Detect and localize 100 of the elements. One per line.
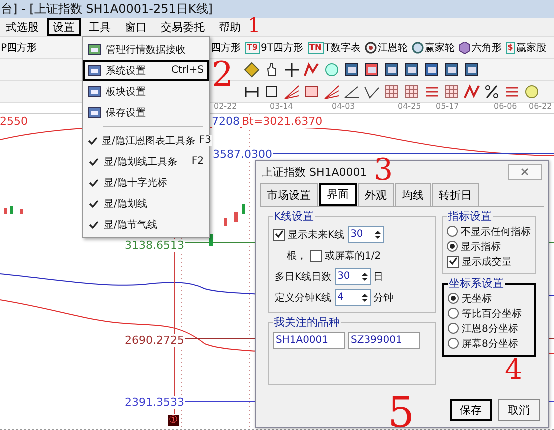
tab[interactable]: 均线 [395, 183, 431, 206]
price-label: 7208 [212, 115, 240, 128]
checkbox-label: 显示未来K线 [288, 228, 345, 242]
toolbar-button[interactable]: $ 赢家股 [504, 40, 548, 54]
date-label: 04-25 [398, 102, 422, 111]
group-title: 坐标系设置 [448, 276, 505, 291]
group-title: K线设置 [273, 209, 316, 224]
fan-lines-icon[interactable] [324, 84, 340, 100]
toolbar-button[interactable]: 江恩轮 [364, 40, 409, 54]
option-label: 显示成交量 [462, 256, 512, 268]
window-icon[interactable] [444, 62, 460, 78]
toolbar-button[interactable]: 四方形 [210, 40, 242, 54]
fan-lines-icon[interactable] [284, 84, 300, 100]
toolbar-button[interactable]: T9 9T四方形 [244, 40, 305, 54]
spin-box[interactable]: 4 [334, 289, 371, 306]
menu-item[interactable]: 窗口 [119, 18, 153, 36]
dialog-button[interactable]: 保存 [450, 399, 492, 421]
grid-icon[interactable] [444, 84, 460, 100]
radio-button[interactable] [448, 293, 459, 304]
option-label: 不显示任何指标 [461, 226, 531, 238]
menu-item[interactable]: 显/隐节气线 [83, 214, 209, 235]
percent-icon[interactable] [484, 84, 500, 100]
candlestick-group [4, 206, 23, 214]
toolbar-button[interactable]: 赢家轮 [410, 40, 456, 54]
rectangle-icon[interactable] [264, 84, 280, 100]
price-label: 2550 [0, 115, 28, 128]
radio-button[interactable] [447, 226, 458, 237]
toolbar-button[interactable]: 六角形 [458, 40, 503, 54]
unit-label: 分钟 [374, 292, 394, 304]
date-label: 02-22 [214, 102, 238, 111]
radio-button[interactable] [448, 323, 459, 334]
close-button[interactable] [508, 164, 542, 180]
date-label: 05-17 [436, 102, 460, 111]
box-icon[interactable] [304, 84, 320, 100]
ring-icon [412, 42, 424, 54]
window-icon[interactable] [404, 62, 420, 78]
menu-item[interactable]: 设置 [47, 18, 81, 36]
price-label: Bt=3021.6370 [242, 115, 323, 128]
menu-item[interactable]: 式选股 [0, 18, 45, 36]
input-field[interactable]: SH1A0001 [273, 332, 345, 349]
window-icon[interactable] [424, 62, 440, 78]
window-title: 台] - [上证指数 SH1A0001-251日K线] [1, 0, 213, 18]
badge-icon: TN [308, 42, 324, 54]
price-label: 3138.6513 [125, 239, 184, 252]
menu-item[interactable]: 显/隐划线 [83, 193, 209, 214]
tab[interactable]: 转折日 [432, 183, 479, 206]
toolbar-button[interactable]: P四方形 [0, 40, 82, 54]
annotation-number: 2 [212, 58, 234, 92]
checkbox[interactable] [310, 250, 322, 262]
price-label: 2391.3533 [125, 396, 184, 409]
input-field[interactable]: SZ399001 [348, 332, 420, 349]
tab[interactable]: 界面 [319, 183, 357, 206]
menu-item[interactable]: 交易委托 [155, 18, 211, 36]
option-label: 无坐标 [462, 292, 492, 306]
option-label: 屏幕8分坐标 [462, 338, 518, 350]
price-label: 2690.2725 [125, 334, 184, 347]
angle-icon[interactable] [344, 84, 360, 100]
grid-icon[interactable] [384, 84, 400, 100]
diamond-icon[interactable] [244, 62, 260, 78]
annotation-number: 5 [388, 392, 415, 430]
grid-icon[interactable] [404, 84, 420, 100]
window-icon [88, 42, 102, 56]
dialog-button[interactable]: 取消 [498, 399, 540, 421]
close-icon [521, 168, 529, 176]
coin-icon[interactable] [524, 84, 540, 100]
menu-item[interactable]: 显/隐划线工具条 F2 [83, 151, 209, 172]
option-label: 等比百分坐标 [462, 308, 522, 320]
date-label: 06-22 [529, 102, 552, 111]
crosshair-icon[interactable] [284, 62, 300, 78]
spin-arrows-icon [362, 272, 370, 280]
line-tool-icon[interactable] [464, 84, 480, 100]
menu-item[interactable]: 板块设置 [83, 81, 209, 102]
menu-item[interactable]: 工具 [83, 18, 117, 36]
radio-button[interactable] [448, 308, 459, 319]
annotation-number: 1 [248, 15, 261, 35]
toolbar-button[interactable]: TN T数字表 [306, 40, 362, 54]
window-icon[interactable] [364, 62, 380, 78]
checkbox[interactable] [273, 228, 285, 240]
radio-button[interactable] [448, 338, 459, 349]
line-tool-icon[interactable] [304, 62, 320, 78]
checkbox[interactable] [447, 256, 459, 268]
spin-box[interactable]: 30 [348, 226, 384, 243]
menu-item[interactable]: 显/隐江恩图表工具条 F3 [83, 130, 209, 151]
menu-item[interactable]: 管理行情数据接收 [83, 39, 209, 60]
menu-item[interactable]: 帮助 [213, 18, 247, 36]
menu-item[interactable]: 系统设置 Ctrl+S [83, 60, 209, 81]
tab[interactable]: 外观 [358, 183, 394, 206]
window-icon[interactable] [384, 62, 400, 78]
window-icon[interactable] [344, 62, 360, 78]
menu-item[interactable]: 显/隐十字光标 [83, 172, 209, 193]
tab[interactable]: 市场设置 [260, 183, 318, 206]
spin-arrows-icon [362, 294, 370, 302]
window-icon[interactable] [464, 62, 480, 78]
menu-item[interactable]: 保存设置 [83, 102, 209, 123]
option-label: 根， [287, 250, 307, 262]
target-icon [364, 42, 377, 54]
window-icon [88, 84, 102, 98]
spin-box[interactable]: 30 [334, 268, 371, 285]
radio-button[interactable] [447, 241, 458, 252]
window-icon [88, 106, 102, 120]
